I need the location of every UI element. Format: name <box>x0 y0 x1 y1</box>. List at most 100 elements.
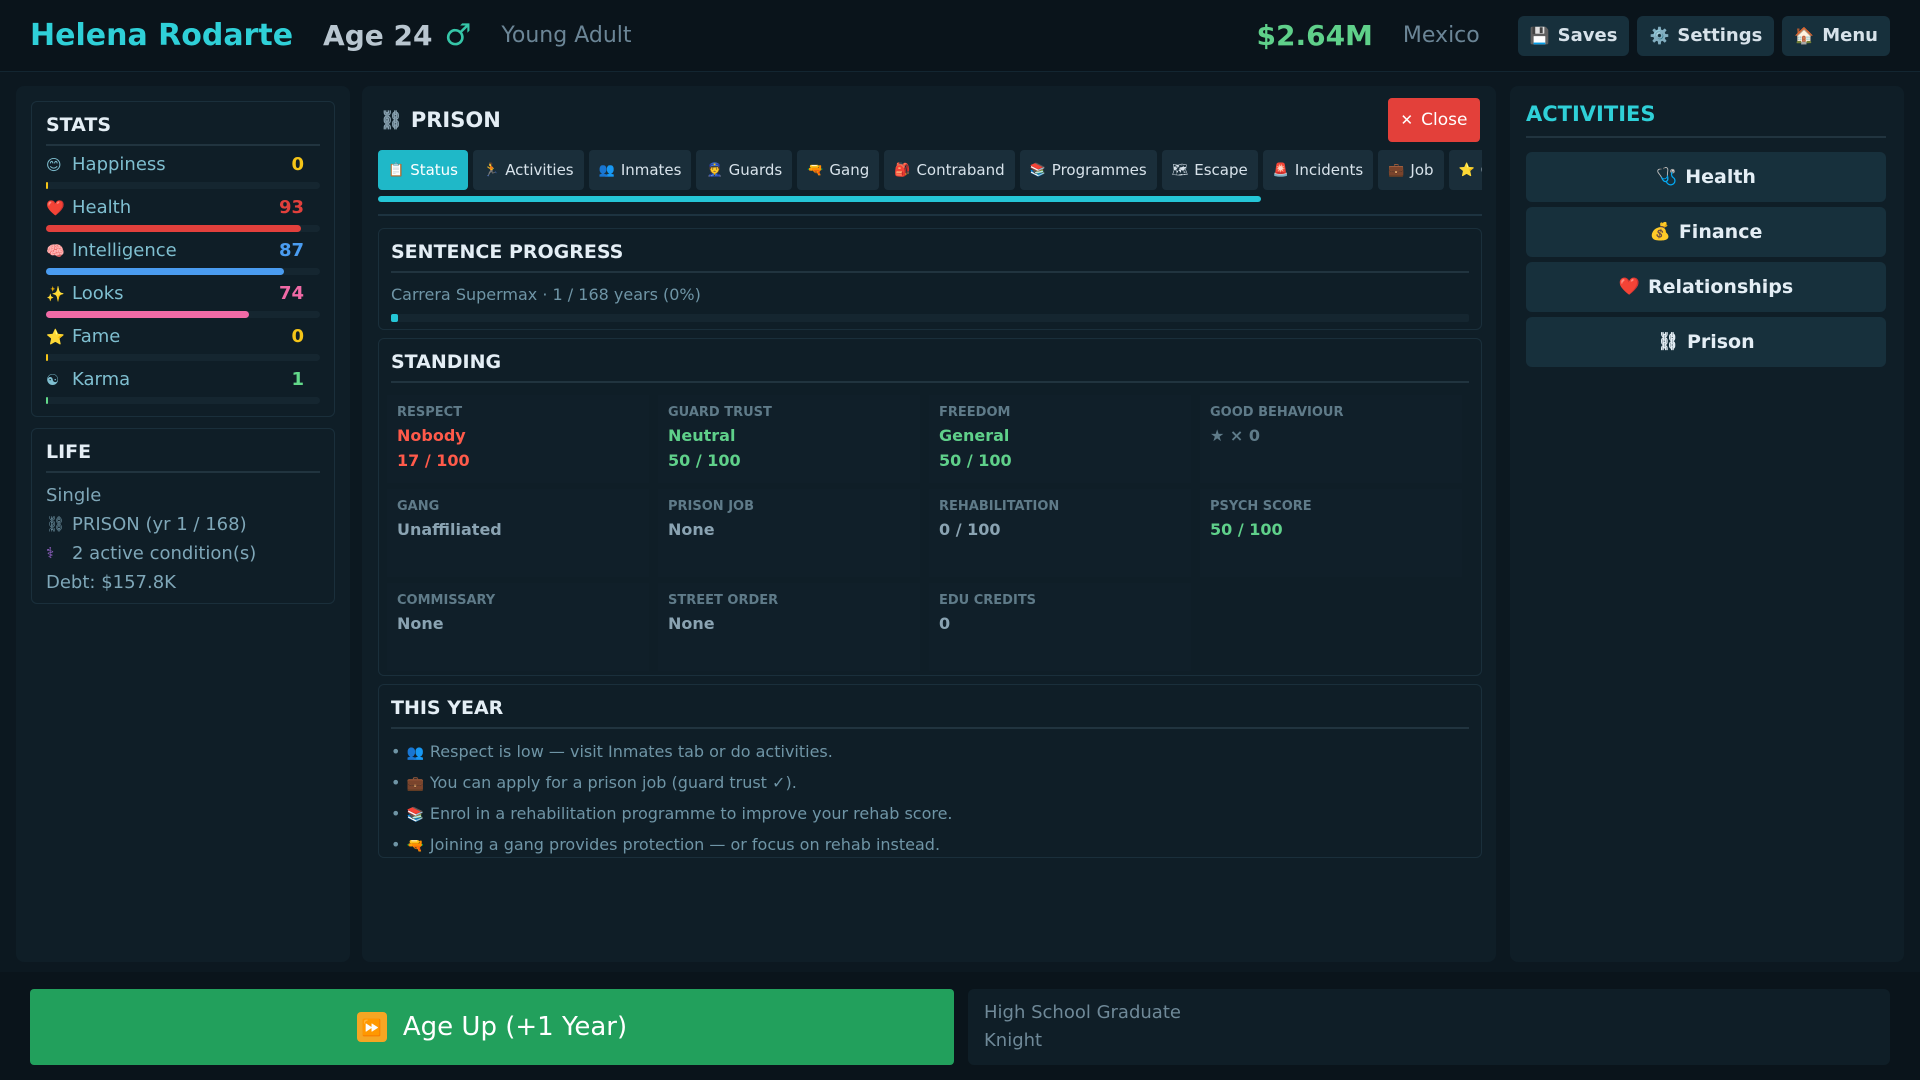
standing-title: STANDING <box>391 351 1469 383</box>
this-year-title: THIS YEAR <box>391 697 1469 729</box>
stat-health: ❤️ Health 93 <box>46 197 320 240</box>
tip-item: • 💼 You can apply for a prison job (guard … <box>391 773 797 792</box>
brain-icon: 🧠 <box>46 241 65 260</box>
map-icon: 🗺 <box>1171 162 1189 178</box>
tab-inmates[interactable]: 👥 Inmates <box>588 150 692 190</box>
standing-key: GOOD BEHAVIOUR <box>1210 405 1344 420</box>
standing-value: General <box>939 426 1010 445</box>
tip-item: • 🔫 Joining a gang provides protection — o… <box>391 835 941 854</box>
tab-incidents[interactable]: 🚨 Incidents <box>1262 150 1374 190</box>
activities-title: ACTIVITIES <box>1526 102 1886 138</box>
tab-guards[interactable]: 👮 Guards <box>696 150 793 190</box>
menu-button[interactable]: 🏠 Menu <box>1782 15 1890 56</box>
people-icon: 👥 <box>598 162 615 178</box>
tab-status[interactable]: 📋 Status <box>378 150 468 190</box>
tab-job[interactable]: 💼 Job <box>1378 150 1444 190</box>
close-button[interactable]: ✕ Close <box>1388 98 1480 142</box>
tab-c[interactable]: ⭐C <box>1448 150 1482 190</box>
activities-panel: ACTIVITIES 🩺 Health 💰 Finance ❤️ Relationship… <box>1510 86 1904 962</box>
activity-finance-button[interactable]: 💰 Finance <box>1526 207 1886 257</box>
tip-item: • 👥 Respect is low — visit Inmates tab or … <box>391 742 833 761</box>
standing-prison-job: PRISON JOB None <box>658 489 920 577</box>
stat-label: ✨ Looks <box>46 283 124 304</box>
tips-list: • 👥 Respect is low — visit Inmates tab or … <box>391 737 1469 861</box>
stat-bar-fill <box>46 354 48 361</box>
menu-label: Menu <box>1822 25 1878 46</box>
stat-bar <box>46 354 320 361</box>
briefcase-icon: 💼 <box>406 776 424 792</box>
sentence-progress-title: SENTENCE PROGRESS <box>391 241 1469 273</box>
tab-activities[interactable]: 🏃 Activities <box>473 150 584 190</box>
tab-escape[interactable]: 🗺 Escape <box>1161 150 1258 190</box>
prison-title: PRISON <box>410 108 501 132</box>
standing-rehabilitation: REHABILITATION 0 / 100 <box>929 489 1191 577</box>
standing-good-behaviour: GOOD BEHAVIOUR ★ × 0 <box>1200 395 1462 483</box>
standing-value: None <box>397 614 444 633</box>
standing-key: STREET ORDER <box>668 593 779 608</box>
standing-psych-score: PSYCH SCORE 50 / 100 <box>1200 489 1462 577</box>
stat-label: 😊 Happiness <box>46 154 166 175</box>
standing-value: None <box>668 520 715 539</box>
stat-value: 0 <box>291 154 304 175</box>
tabs-divider <box>378 214 1482 216</box>
books-icon: 📚 <box>406 807 424 823</box>
standing-value: None <box>668 614 715 633</box>
title-label: Knight <box>984 1030 1043 1051</box>
standing-value: Unaffiliated <box>397 520 502 539</box>
runner-icon: 🏃 <box>483 162 500 178</box>
age-up-button[interactable]: ⏩ Age Up (+1 Year) <box>30 989 954 1065</box>
tab-programmes[interactable]: 📚 Programmes <box>1019 150 1157 190</box>
money-bag-icon: 💰 <box>1649 222 1671 242</box>
star-icon: ⭐ <box>1458 162 1475 178</box>
stat-label: ⭐ Fame <box>46 326 121 347</box>
yin-yang-icon: ☯ <box>46 370 60 389</box>
stat-label: 🧠 Intelligence <box>46 240 177 261</box>
standing-key: COMMISSARY <box>397 593 496 608</box>
tab-contraband[interactable]: 🎒 Contraband <box>884 150 1015 190</box>
chains-icon: ⛓ <box>1657 332 1679 352</box>
stat-value: 0 <box>291 326 304 347</box>
sentence-progress-section: SENTENCE PROGRESS Carrera Supermax · 1 /… <box>378 228 1482 330</box>
bottom-bar: ⏩ Age Up (+1 Year) High School Graduate … <box>0 972 1920 1080</box>
stat-bar-fill <box>46 182 48 189</box>
standing-guard-trust: GUARD TRUST Neutral 50 / 100 <box>658 395 920 483</box>
tabs-scrollbar[interactable] <box>378 196 1482 202</box>
age-up-label: Age Up (+1 Year) <box>402 1012 628 1042</box>
standing-key: FREEDOM <box>939 405 1011 420</box>
stat-value: 87 <box>278 240 304 261</box>
stat-bar <box>46 397 320 404</box>
settings-button[interactable]: ⚙️ Settings <box>1637 15 1775 56</box>
tab-gang[interactable]: 🔫 Gang <box>797 150 880 190</box>
siren-icon: 🚨 <box>1272 162 1289 178</box>
male-icon: ♂ <box>444 17 472 53</box>
health-conditions: ⚕ 2 active condition(s) <box>46 539 320 568</box>
activity-prison-button[interactable]: ⛓ Prison <box>1526 317 1886 367</box>
people-icon: 👥 <box>406 745 424 761</box>
standing-edu-credits: EDU CREDITS 0 <box>929 583 1191 671</box>
standing-respect: RESPECT Nobody 17 / 100 <box>387 395 649 483</box>
standing-key: GANG <box>397 499 440 514</box>
stat-bar-fill <box>46 397 48 404</box>
stat-bar <box>46 268 320 275</box>
standing-value: ★ × 0 <box>1210 426 1261 445</box>
relationship-status: Single <box>46 485 102 506</box>
activity-relationships-button[interactable]: ❤️ Relationships <box>1526 262 1886 312</box>
prison-panel: ⛓ PRISON ✕ Close 📋 Status 🏃 Activities 👥 Inma… <box>362 86 1496 962</box>
tabs-scrollbar-thumb[interactable] <box>378 196 1262 202</box>
standing-score: 50 / 100 <box>939 451 1012 470</box>
sentence-text: Carrera Supermax · 1 / 168 years (0%) <box>391 285 701 304</box>
activity-health-button[interactable]: 🩺 Health <box>1526 152 1886 202</box>
player-age: Age 24 <box>323 19 433 52</box>
gun-icon: 🔫 <box>406 838 424 854</box>
gun-icon: 🔫 <box>807 162 824 178</box>
smiley-icon: 😊 <box>46 155 62 174</box>
this-year-section: THIS YEAR • 👥 Respect is low — visit Inmat… <box>378 684 1482 858</box>
saves-button[interactable]: 💾 Saves <box>1517 15 1630 56</box>
briefcase-icon: 💼 <box>1388 162 1405 178</box>
fast-forward-icon: ⏩ <box>356 1012 387 1042</box>
standing-value: Nobody <box>397 426 466 445</box>
standing-score: 17 / 100 <box>397 451 470 470</box>
chains-icon: ⛓ <box>380 109 403 131</box>
guard-icon: 👮 <box>706 162 723 178</box>
standing-key: RESPECT <box>397 405 463 420</box>
